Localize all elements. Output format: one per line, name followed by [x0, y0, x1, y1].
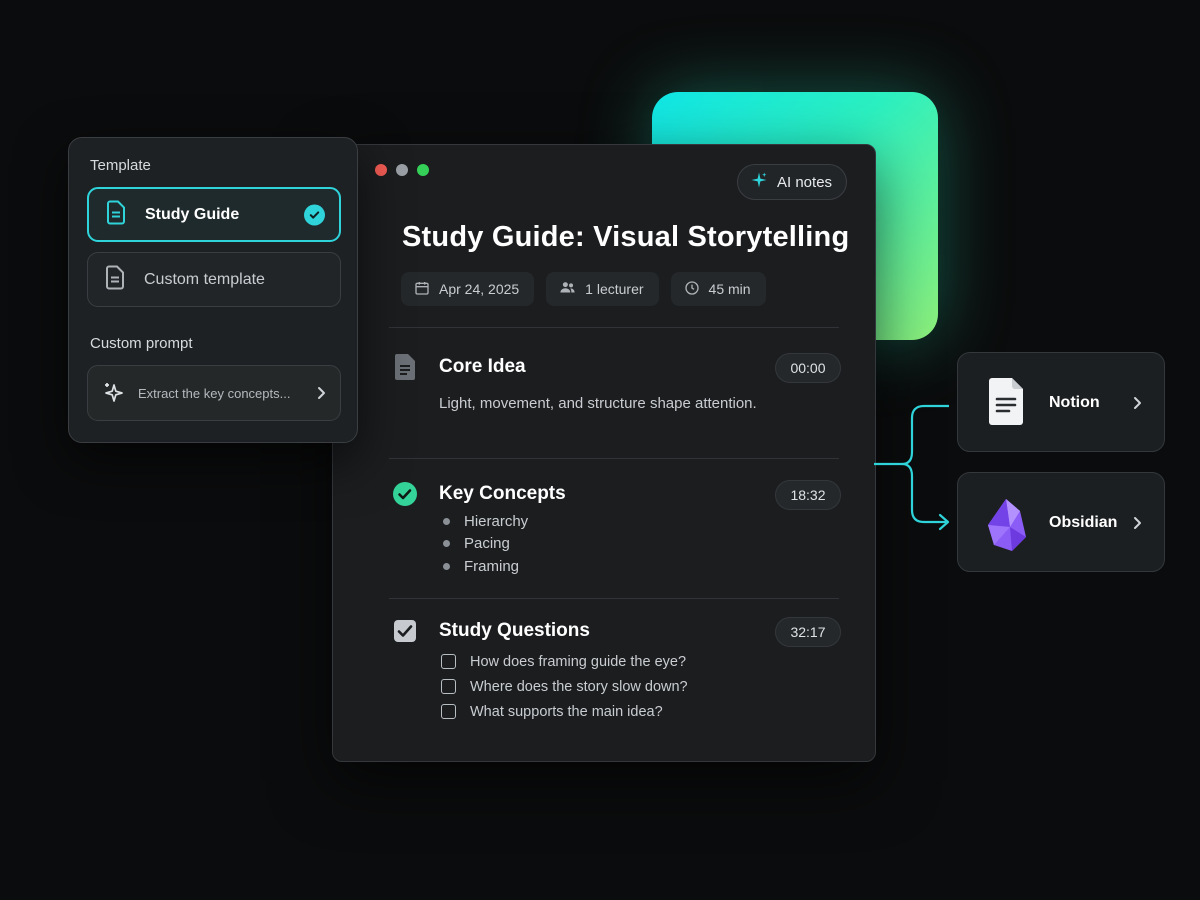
question-checkbox[interactable]	[441, 679, 456, 694]
question-item: Where does the story slow down?	[441, 674, 688, 699]
minimize-window-button[interactable]	[396, 164, 408, 176]
date-text: Apr 24, 2025	[439, 281, 520, 297]
template-option-custom[interactable]: Custom template	[87, 252, 341, 307]
document-icon	[105, 265, 125, 294]
timestamp-badge[interactable]: 32:17	[775, 617, 841, 647]
notion-doc-icon	[986, 377, 1026, 432]
list-item-text: Pacing	[464, 535, 510, 553]
maximize-window-button[interactable]	[417, 164, 429, 176]
people-icon	[559, 279, 576, 299]
list-item: Hierarchy	[443, 510, 528, 533]
section-key-concepts: Key Concepts 18:32 Hierarchy Pacing Fram…	[391, 480, 841, 590]
section-title: Core Idea	[439, 356, 526, 377]
section-study-questions: Study Questions 32:17 How does framing g…	[391, 617, 841, 737]
divider	[389, 327, 839, 328]
export-notion-card[interactable]: Notion	[957, 352, 1165, 452]
list-item-text: Hierarchy	[464, 512, 529, 530]
section-title: Key Concepts	[439, 483, 566, 504]
date-chip: Apr 24, 2025	[401, 272, 535, 306]
document-icon	[106, 200, 126, 229]
chevron-right-icon	[1130, 394, 1144, 417]
section-title: Study Questions	[439, 620, 590, 641]
document-title: Study Guide: Visual Storytelling	[402, 221, 850, 253]
concept-list: Hierarchy Pacing Framing	[443, 510, 528, 578]
document-icon	[391, 353, 419, 381]
template-option-label: Custom template	[144, 270, 265, 288]
question-item: What supports the main idea?	[441, 699, 688, 724]
question-text: What supports the main idea?	[470, 703, 663, 720]
window-controls	[375, 164, 429, 176]
question-text: Where does the story slow down?	[470, 678, 688, 695]
duration-text: 45 min	[708, 281, 751, 297]
list-item: Framing	[443, 555, 528, 578]
chevron-right-icon	[1130, 514, 1144, 537]
list-item: Pacing	[443, 533, 528, 556]
sparkle-icon	[750, 171, 768, 193]
section-body: Light, movement, and structure shape att…	[439, 395, 757, 412]
notes-window: AI notes Study Guide: Visual Storytellin…	[332, 144, 876, 762]
export-obsidian-card[interactable]: Obsidian	[957, 472, 1165, 572]
chevron-right-icon[interactable]	[314, 385, 328, 406]
clock-icon	[684, 280, 700, 299]
ai-notes-label: AI notes	[777, 173, 833, 191]
people-text: 1 lecturer	[585, 281, 644, 297]
sparkle-icon	[102, 381, 126, 410]
calendar-icon	[414, 280, 430, 299]
duration-chip: 45 min	[670, 272, 766, 306]
divider	[389, 598, 839, 599]
export-connector-arrows	[874, 404, 950, 531]
template-option-label: Study Guide	[145, 205, 240, 223]
people-chip: 1 lecturer	[546, 272, 659, 306]
checkmark-icon	[304, 204, 325, 225]
question-text: How does framing guide the eye?	[470, 653, 687, 670]
question-item: How does framing guide the eye?	[441, 649, 688, 674]
bullet-dot	[443, 562, 450, 570]
timestamp-badge[interactable]: 18:32	[775, 480, 841, 510]
custom-prompt-input[interactable]: Extract the key concepts...	[87, 365, 341, 421]
bullet-dot	[443, 517, 450, 525]
meta-chips: Apr 24, 2025 1 lecturer 45 min	[401, 272, 766, 306]
bullet-dot	[443, 540, 450, 548]
list-item-text: Framing	[464, 557, 520, 575]
checkbox-icon	[391, 617, 419, 645]
question-list: How does framing guide the eye? Where do…	[441, 649, 688, 724]
template-heading: Template	[90, 157, 151, 174]
export-target-label: Obsidian	[1049, 514, 1118, 531]
close-window-button[interactable]	[375, 164, 387, 176]
prompt-placeholder: Extract the key concepts...	[138, 386, 291, 401]
template-panel: Template Study Guide Custom template Cus…	[68, 137, 358, 443]
check-circle-icon	[391, 480, 419, 508]
question-checkbox[interactable]	[441, 704, 456, 719]
obsidian-crystal-icon	[986, 497, 1028, 558]
export-target-label: Notion	[1049, 394, 1100, 411]
question-checkbox[interactable]	[441, 654, 456, 669]
section-core-idea: Core Idea 00:00 Light, movement, and str…	[391, 353, 841, 433]
template-option-study-guide[interactable]: Study Guide	[87, 187, 341, 242]
custom-prompt-heading: Custom prompt	[90, 335, 193, 352]
divider	[389, 458, 839, 459]
ai-notes-button[interactable]: AI notes	[737, 164, 848, 200]
timestamp-badge[interactable]: 00:00	[775, 353, 841, 383]
